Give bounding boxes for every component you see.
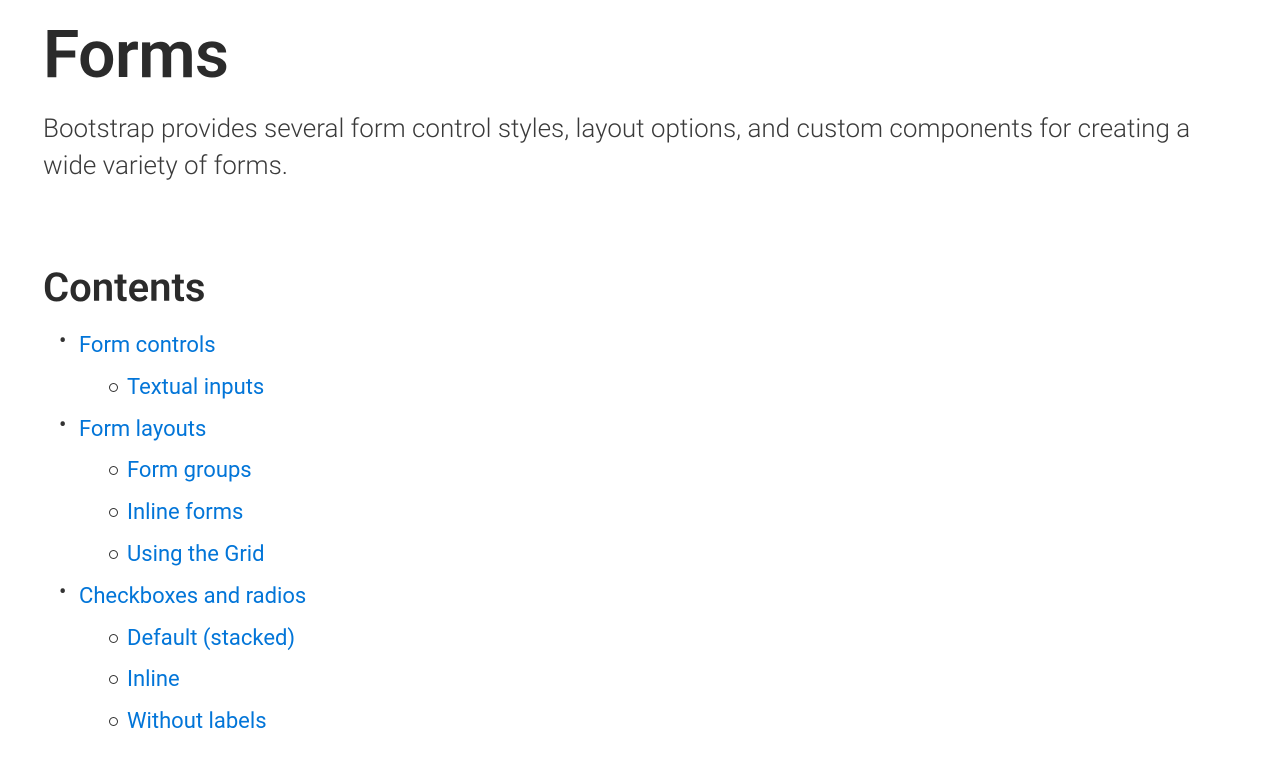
toc-subitem: Inline forms <box>127 492 1264 534</box>
toc-item: Form controls Textual inputs <box>79 325 1264 409</box>
toc-subitem: Without labels <box>127 701 1264 743</box>
toc-link-using-the-grid[interactable]: Using the Grid <box>127 534 265 576</box>
toc-link-inline-forms[interactable]: Inline forms <box>127 492 243 534</box>
toc-subitem: Textual inputs <box>127 367 1264 409</box>
toc-link-without-labels[interactable]: Without labels <box>127 701 267 743</box>
toc-subitem: Using the Grid <box>127 534 1264 576</box>
toc-sublist: Default (stacked) Inline Without labels <box>79 618 1264 743</box>
toc-item: Form layouts Form groups Inline forms Us… <box>79 409 1264 576</box>
toc-link-form-groups[interactable]: Form groups <box>127 450 252 492</box>
toc-link-textual-inputs[interactable]: Textual inputs <box>127 367 264 409</box>
toc-link-form-layouts[interactable]: Form layouts <box>79 409 206 451</box>
toc-subitem: Default (stacked) <box>127 618 1264 660</box>
toc-link-inline[interactable]: Inline <box>127 659 180 701</box>
toc-link-checkboxes-and-radios[interactable]: Checkboxes and radios <box>79 576 306 618</box>
toc-item: Checkboxes and radios Default (stacked) … <box>79 576 1264 743</box>
toc-subitem: Form groups <box>127 450 1264 492</box>
toc-sublist: Form groups Inline forms Using the Grid <box>79 450 1264 575</box>
table-of-contents: Form controls Textual inputs Form layout… <box>43 325 1264 743</box>
toc-link-form-controls[interactable]: Form controls <box>79 325 216 367</box>
contents-heading: Contents <box>43 264 1264 311</box>
page-description: Bootstrap provides several form control … <box>43 111 1193 186</box>
toc-link-default-stacked[interactable]: Default (stacked) <box>127 618 295 660</box>
toc-sublist: Textual inputs <box>79 367 1264 409</box>
toc-subitem: Inline <box>127 659 1264 701</box>
page-title: Forms <box>43 20 1264 93</box>
